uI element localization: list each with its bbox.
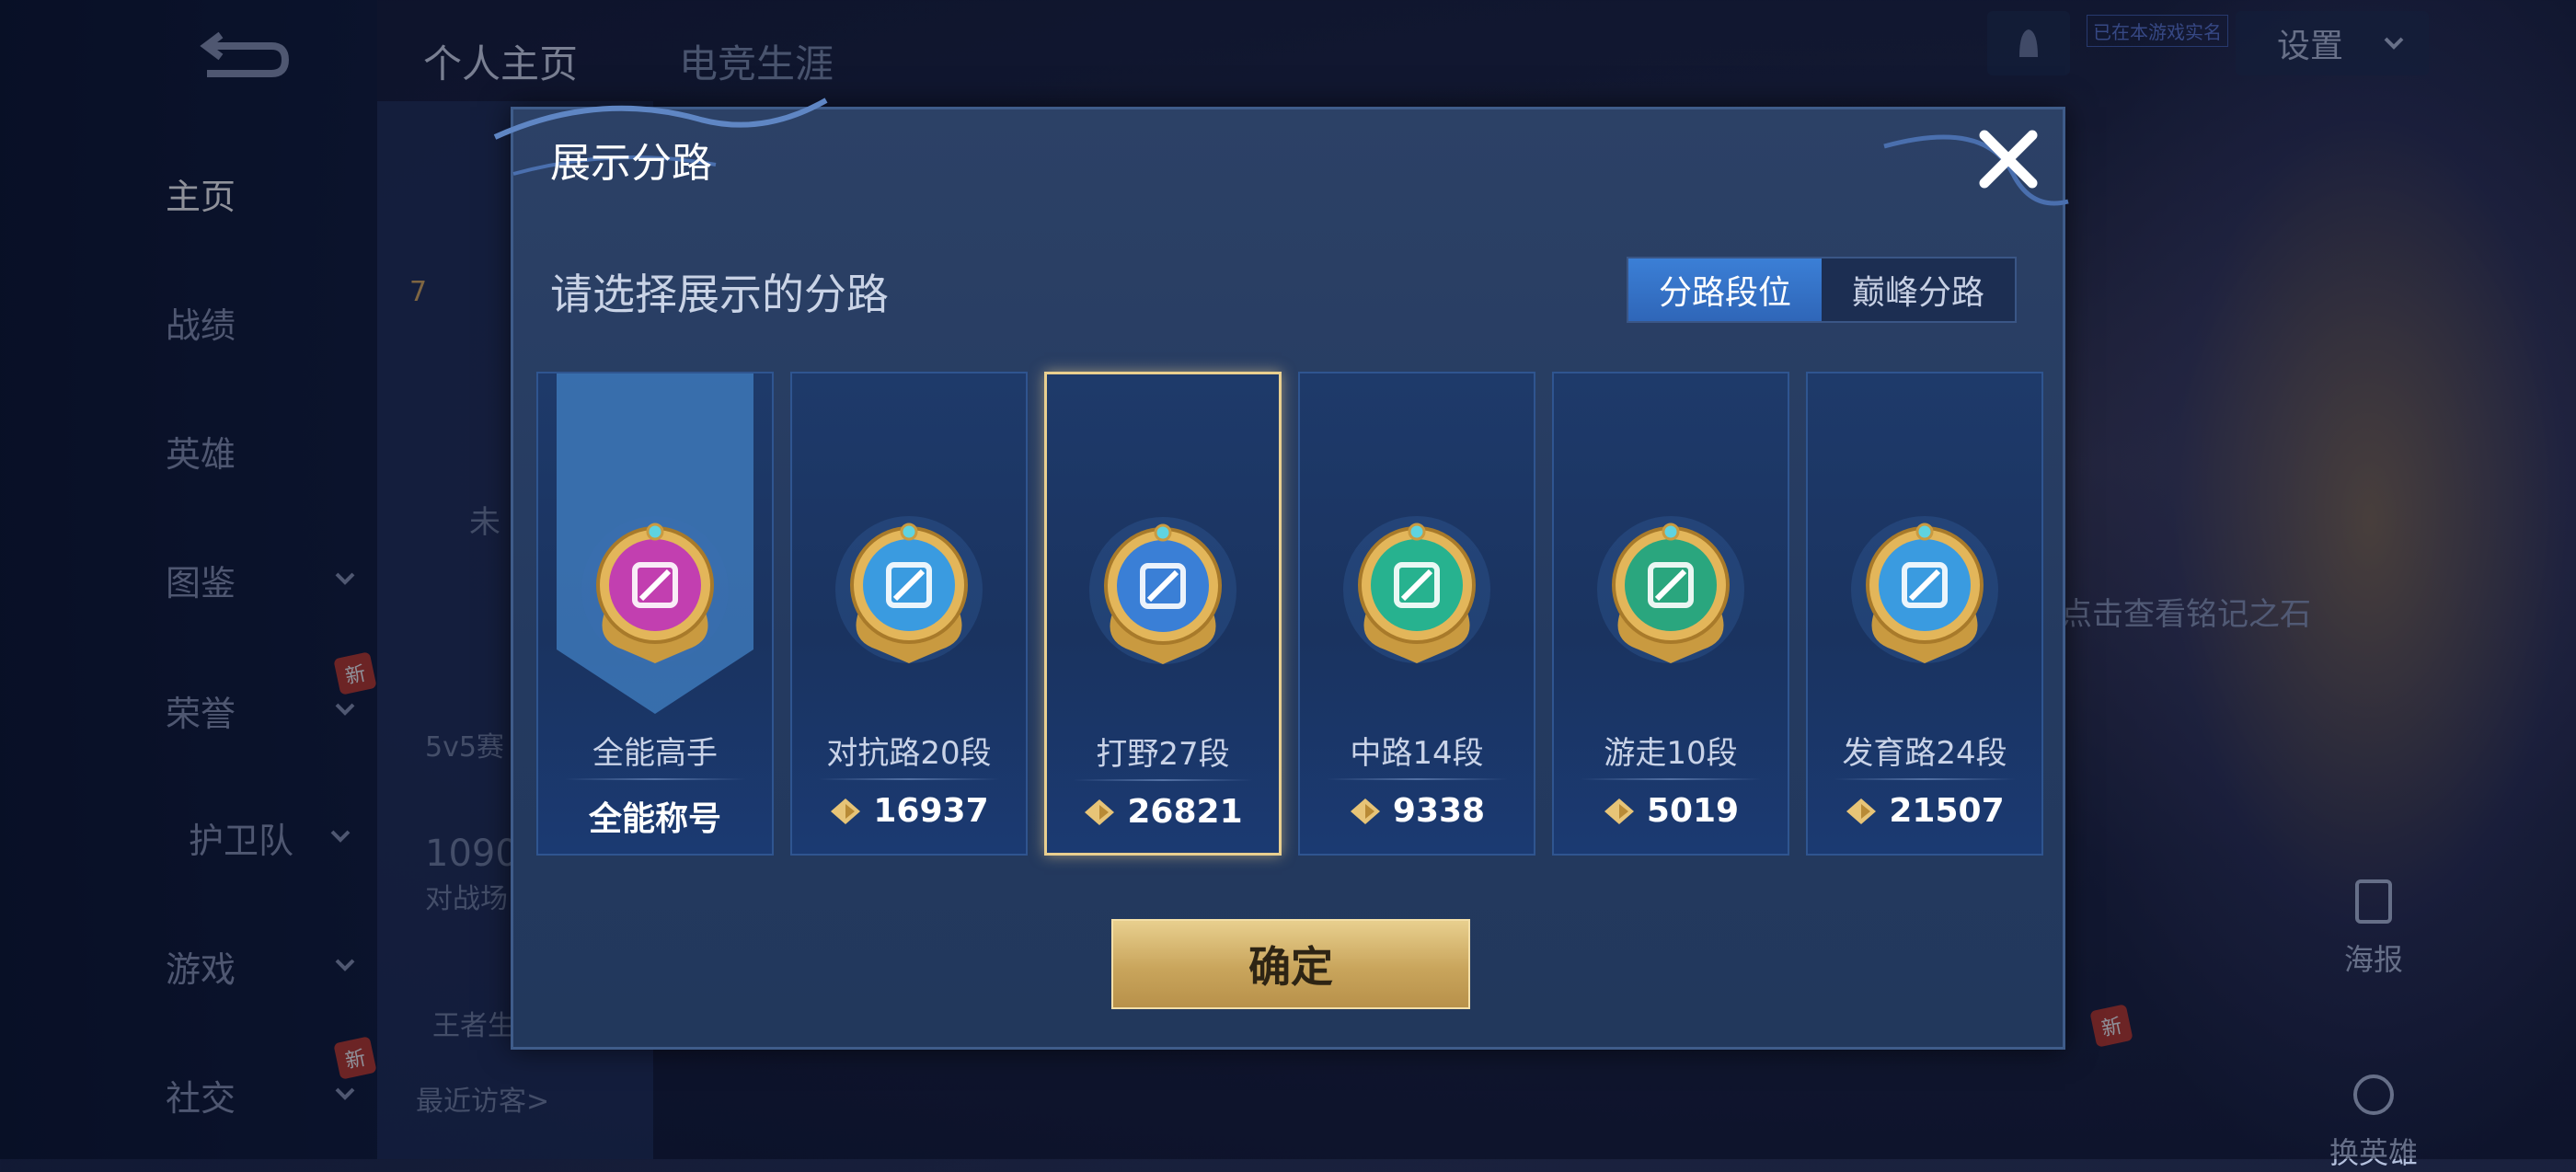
tab-peak-lane[interactable]: 巅峰分路 (1822, 259, 2015, 321)
lane-score: 9338 (1300, 792, 1534, 830)
farm-lane-icon (1851, 516, 1998, 663)
lane-score-value: 16937 (873, 792, 989, 830)
lane-score: 16937 (792, 792, 1026, 830)
lane-name: 打野27段 (1096, 736, 1230, 773)
lane-card[interactable]: 游走10段 5019 (1552, 372, 1789, 856)
lane-type-toggle: 分路段位 巅峰分路 (1627, 257, 2017, 323)
lane-name: 游走10段 (1604, 735, 1738, 772)
lane-name: 对抗路20段 (826, 735, 992, 772)
roam-icon (1597, 516, 1744, 663)
tab-lane-rank[interactable]: 分路段位 (1628, 259, 1822, 321)
lane-score-value: 全能称号 (588, 800, 721, 838)
lane-name: 中路14段 (1350, 735, 1484, 772)
divider (1580, 778, 1762, 780)
jungle-icon (1089, 517, 1236, 664)
divider (564, 778, 746, 780)
lane-score: 21507 (1808, 792, 2041, 830)
lane-card[interactable]: 发育路24段 21507 (1806, 372, 2043, 856)
modal-title: 展示分路 (550, 140, 712, 187)
lane-score: 5019 (1554, 792, 1788, 830)
lane-display-modal: 展示分路 请选择展示的分路 分路段位 巅峰分路 全能高手 全能称号 对抗路20段 16… (493, 98, 2069, 1050)
lane-card[interactable]: 全能高手 全能称号 (536, 372, 774, 856)
lane-score-value: 21507 (1889, 792, 2005, 830)
lane-score: 全能称号 (538, 792, 772, 840)
lane-name: 发育路24段 (1842, 735, 2007, 772)
lane-score: 26821 (1047, 793, 1279, 831)
rank-points-icon (1604, 798, 1634, 824)
lane-card[interactable]: 打野27段 26821 (1044, 372, 1282, 856)
lane-card[interactable]: 中路14段 9338 (1298, 372, 1535, 856)
rank-points-icon (1085, 799, 1115, 825)
lane-name: 全能高手 (592, 735, 718, 772)
divider (1834, 778, 2016, 780)
lane-score-value: 9338 (1392, 792, 1486, 830)
mid-lane-icon (1343, 516, 1490, 663)
divider (818, 778, 1000, 780)
divider (1326, 778, 1508, 780)
all-round-icon (581, 516, 729, 663)
rank-points-icon (1846, 798, 1877, 824)
confirm-button[interactable]: 确定 (1111, 919, 1470, 1009)
rank-points-icon (1350, 798, 1380, 824)
close-icon[interactable] (1972, 122, 2045, 196)
clash-lane-icon (835, 516, 983, 663)
lane-score-value: 5019 (1646, 792, 1740, 830)
rank-points-icon (831, 798, 861, 824)
divider (1073, 779, 1253, 781)
modal-subtitle: 请选择展示的分路 (550, 270, 889, 319)
lane-card[interactable]: 对抗路20段 16937 (790, 372, 1028, 856)
lane-score-value: 26821 (1127, 793, 1243, 831)
